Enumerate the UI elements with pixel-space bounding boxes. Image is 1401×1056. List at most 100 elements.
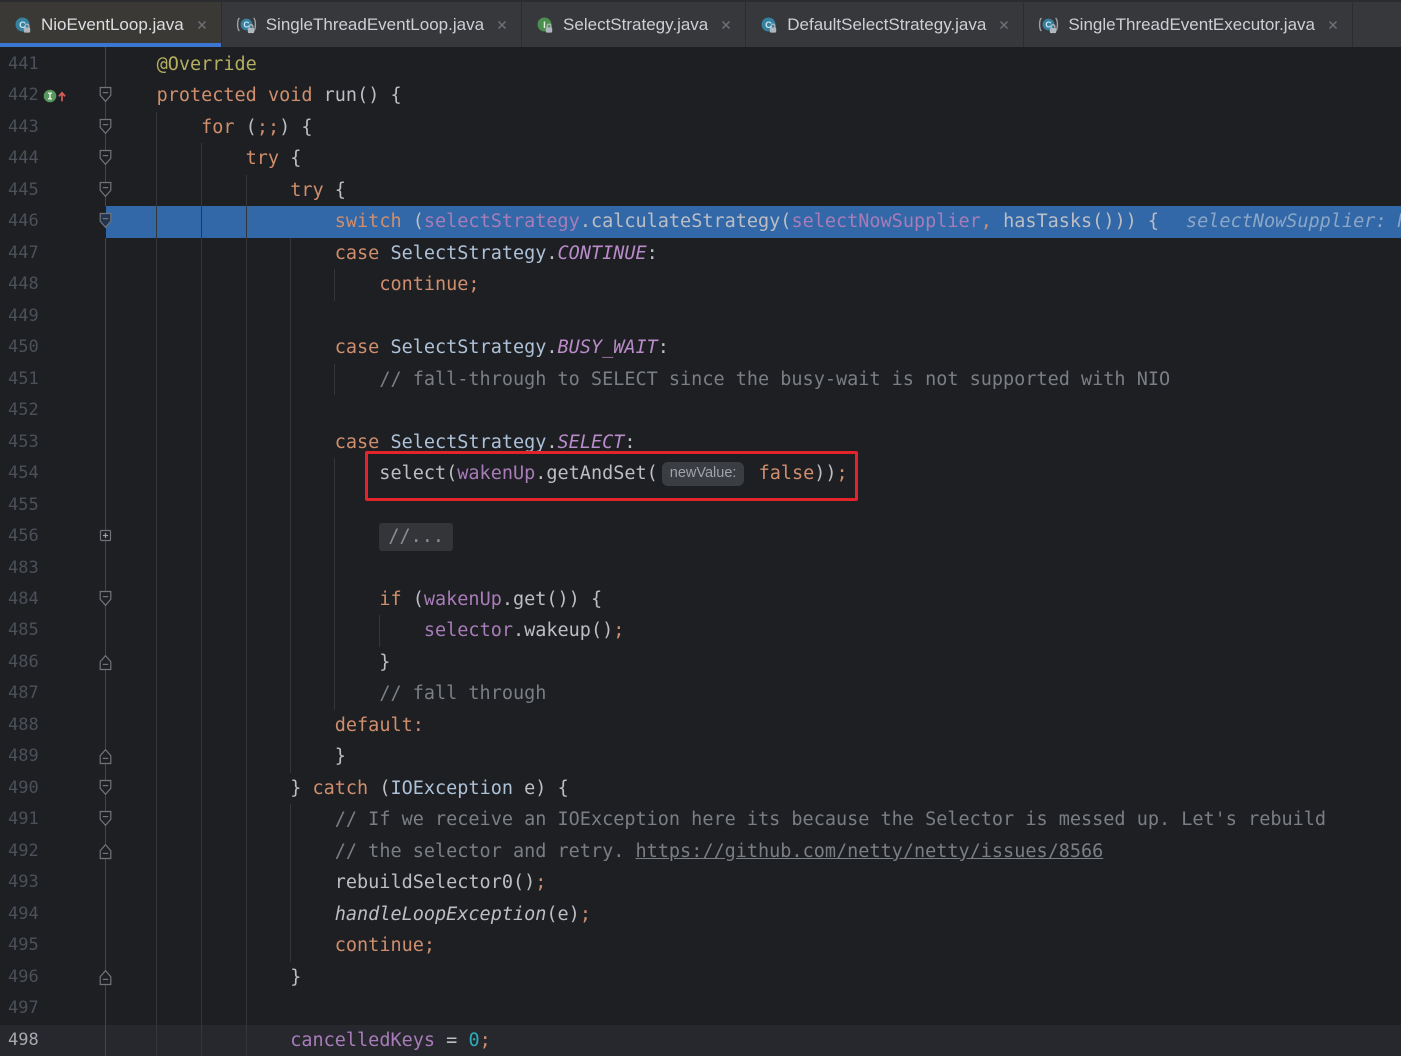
code-line-483[interactable]: 483	[0, 553, 1401, 584]
code-text[interactable]: // fall-through to SELECT since the busy…	[0, 364, 1170, 395]
code-text[interactable]: protected void run() {	[0, 80, 402, 111]
code-line-496[interactable]: 496 }	[0, 962, 1401, 993]
code-line-498[interactable]: 498 cancelledKeys = 0;	[0, 1025, 1401, 1056]
code-line-452[interactable]: 452	[0, 395, 1401, 426]
code-line-446[interactable]: 446 switch (selectStrategy.calculateStra…	[0, 206, 1401, 237]
code-text[interactable]: if (wakenUp.get()) {	[0, 584, 602, 615]
fold-marker-down-icon[interactable]	[98, 118, 113, 136]
tab-label: NioEventLoop.java	[41, 15, 184, 35]
fold-marker-up-icon[interactable]	[98, 842, 113, 860]
code-line-447[interactable]: 447 case SelectStrategy.CONTINUE:	[0, 238, 1401, 269]
code-line-491[interactable]: 491 // If we receive an IOException here…	[0, 804, 1401, 835]
code-text[interactable]: @Override	[0, 49, 257, 80]
code-text[interactable]: //...	[0, 521, 453, 552]
code-line-492[interactable]: 492 // the selector and retry. https://g…	[0, 836, 1401, 867]
fold-marker-down-icon[interactable]	[98, 590, 113, 608]
code-line-443[interactable]: 443 for (;;) {	[0, 112, 1401, 143]
code-line-494[interactable]: 494 handleLoopException(e);	[0, 899, 1401, 930]
code-text[interactable]: continue;	[0, 930, 435, 961]
code-text[interactable]: default:	[0, 710, 424, 741]
code-text[interactable]: // If we receive an IOException here its…	[0, 804, 1326, 835]
code-line-490[interactable]: 490 } catch (IOException e) {	[0, 773, 1401, 804]
line-number[interactable]: 497	[8, 993, 48, 1024]
code-line-487[interactable]: 487 // fall through	[0, 678, 1401, 709]
code-line-442[interactable]: 442I protected void run() {	[0, 80, 1401, 111]
code-text[interactable]: cancelledKeys = 0;	[0, 1025, 491, 1056]
code-line-489[interactable]: 489 }	[0, 741, 1401, 772]
code-line-497[interactable]: 497	[0, 993, 1401, 1024]
code-text[interactable]: switch (selectStrategy.calculateStrategy…	[0, 206, 1401, 237]
code-text[interactable]: case SelectStrategy.SELECT:	[0, 427, 636, 458]
code-text[interactable]: }	[0, 741, 346, 772]
expand-folded-region-icon[interactable]	[98, 527, 113, 545]
code-line-451[interactable]: 451 // fall-through to SELECT since the …	[0, 364, 1401, 395]
tab-label: SingleThreadEventLoop.java	[266, 15, 484, 35]
tab-defaultselectstrategy[interactable]: C DefaultSelectStrategy.java	[746, 2, 1024, 47]
close-icon[interactable]	[998, 19, 1010, 31]
code-line-455[interactable]: 455	[0, 490, 1401, 521]
line-number[interactable]: 483	[8, 553, 48, 584]
close-icon[interactable]	[196, 19, 208, 31]
tab-nioeventloop[interactable]: C NioEventLoop.java	[0, 2, 222, 47]
interface-file-icon: I	[536, 16, 554, 34]
code-text[interactable]: case SelectStrategy.CONTINUE:	[0, 238, 658, 269]
close-icon[interactable]	[1327, 19, 1339, 31]
code-text[interactable]: for (;;) {	[0, 112, 313, 143]
fold-marker-down-icon[interactable]	[98, 212, 113, 230]
code-line-450[interactable]: 450 case SelectStrategy.BUSY_WAIT:	[0, 332, 1401, 363]
code-text[interactable]: try {	[0, 143, 301, 174]
class-file-icon: C	[760, 16, 778, 34]
code-text[interactable]: case SelectStrategy.BUSY_WAIT:	[0, 332, 669, 363]
close-icon[interactable]	[720, 19, 732, 31]
inline-type-hint: selectNowSupplier: Ni	[1186, 211, 1401, 232]
code-line-445[interactable]: 445 try {	[0, 175, 1401, 206]
comment-link[interactable]: https://github.com/netty/netty/issues/85…	[636, 841, 1104, 862]
code-text[interactable]: // the selector and retry. https://githu…	[0, 836, 1103, 867]
class-file-icon: C	[14, 16, 32, 34]
code-line-441[interactable]: 441 @Override	[0, 49, 1401, 80]
tab-label: DefaultSelectStrategy.java	[787, 15, 986, 35]
code-line-444[interactable]: 444 try {	[0, 143, 1401, 174]
code-line-486[interactable]: 486 }	[0, 647, 1401, 678]
code-line-488[interactable]: 488 default:	[0, 710, 1401, 741]
parameter-name-hint: newValue:	[662, 462, 745, 486]
fold-marker-down-icon[interactable]	[98, 149, 113, 167]
code-line-493[interactable]: 493 rebuildSelector0();	[0, 867, 1401, 898]
code-text[interactable]: selector.wakeup();	[0, 615, 624, 646]
code-editor[interactable]: 441 @Override442I protected void run() {…	[0, 47, 1401, 1056]
fold-marker-up-icon[interactable]	[98, 968, 113, 986]
code-line-454[interactable]: 454 select(wakenUp.getAndSet(newValue: f…	[0, 458, 1401, 489]
code-line-484[interactable]: 484 if (wakenUp.get()) {	[0, 584, 1401, 615]
code-line-456[interactable]: 456 //...	[0, 521, 1401, 552]
fold-marker-down-icon[interactable]	[98, 86, 113, 104]
code-line-485[interactable]: 485 selector.wakeup();	[0, 615, 1401, 646]
svg-text:I: I	[543, 20, 546, 31]
code-line-448[interactable]: 448 continue;	[0, 269, 1401, 300]
fold-marker-down-icon[interactable]	[98, 181, 113, 199]
fold-marker-down-icon[interactable]	[98, 779, 113, 797]
code-text[interactable]: rebuildSelector0();	[0, 867, 546, 898]
code-line-449[interactable]: 449	[0, 301, 1401, 332]
tab-selectstrategy[interactable]: ISelectStrategy.java	[522, 2, 746, 47]
line-number[interactable]: 455	[8, 490, 48, 521]
line-number[interactable]: 452	[8, 395, 48, 426]
code-text[interactable]: continue;	[0, 269, 480, 300]
folded-code-chip[interactable]: //...	[379, 523, 453, 551]
fold-marker-up-icon[interactable]	[98, 747, 113, 765]
code-text[interactable]: select(wakenUp.getAndSet(newValue: false…	[0, 458, 848, 489]
code-text[interactable]: } catch (IOException e) {	[0, 773, 569, 804]
code-text[interactable]: handleLoopException(e);	[0, 899, 591, 930]
code-text[interactable]: }	[0, 962, 301, 993]
code-lines: 441 @Override442I protected void run() {…	[0, 49, 1401, 1056]
fold-marker-up-icon[interactable]	[98, 653, 113, 671]
tab-singlethreadeventloop[interactable]: CSingleThreadEventLoop.java	[222, 2, 522, 47]
close-icon[interactable]	[496, 19, 508, 31]
code-line-453[interactable]: 453 case SelectStrategy.SELECT:	[0, 427, 1401, 458]
code-line-495[interactable]: 495 continue;	[0, 930, 1401, 961]
code-text[interactable]: }	[0, 647, 390, 678]
code-text[interactable]: // fall through	[0, 678, 546, 709]
tab-singlethreadeventexecutor[interactable]: CSingleThreadEventExecutor.java	[1024, 2, 1353, 47]
code-text[interactable]: try {	[0, 175, 346, 206]
fold-marker-down-icon[interactable]	[98, 810, 113, 828]
line-number[interactable]: 449	[8, 301, 48, 332]
